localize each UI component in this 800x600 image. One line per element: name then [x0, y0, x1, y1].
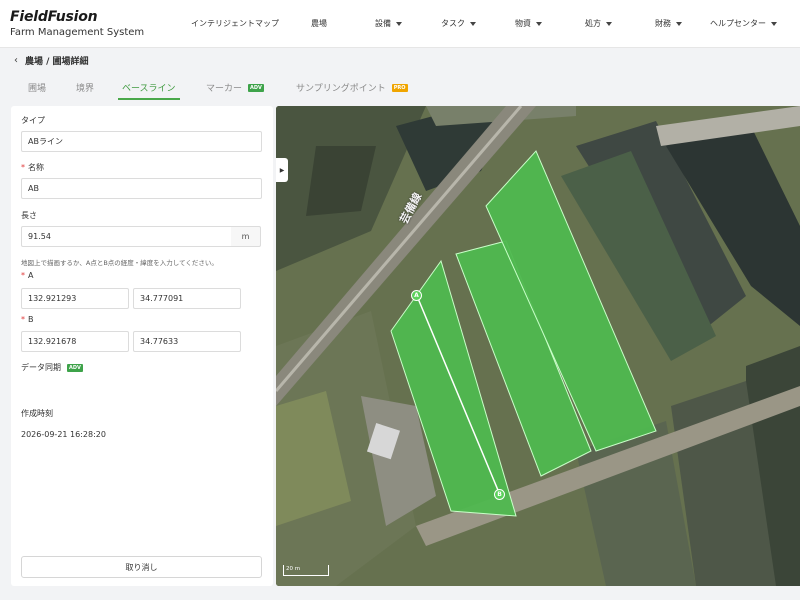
label-text: 名称: [28, 163, 44, 172]
nav-intelligent-map[interactable]: インテリジェントマップ: [191, 18, 279, 29]
label-text: データ同期: [21, 363, 61, 372]
nav-label: インテリジェントマップ: [191, 19, 279, 28]
adv-badge: ADV: [67, 363, 83, 372]
tab-label: 圃場: [28, 84, 47, 94]
detail-tabs: 圃場 境界 ベースライン マーカー ADV サンプリングポイント PRO: [0, 78, 800, 100]
label-text: B: [28, 315, 34, 324]
point-a-marker[interactable]: A: [411, 290, 422, 301]
point-a-label: * A: [21, 271, 33, 280]
point-a-latitude-input[interactable]: 34.777091: [133, 288, 241, 309]
nav-label: 設備: [375, 19, 391, 28]
caret-down-icon: [470, 21, 476, 26]
satellite-map[interactable]: 芸備線 A B ▶ 20 m: [276, 106, 800, 586]
tab-baseline[interactable]: ベースライン: [122, 81, 176, 94]
name-label: * 名称: [21, 162, 44, 173]
label-text: A: [28, 271, 34, 280]
chevron-right-icon: ▶: [279, 166, 285, 174]
logo[interactable]: FieldFusion Farm Management System: [10, 10, 144, 39]
created-time-value: 2026-09-21 16:28:20: [21, 430, 106, 439]
caret-down-icon: [676, 21, 682, 26]
label-text: タイプ: [21, 116, 45, 125]
tab-label: 境界: [76, 84, 95, 94]
tab-field[interactable]: 圃場: [28, 81, 46, 94]
required-asterisk: *: [21, 271, 25, 280]
point-a-longitude-input[interactable]: 132.921293: [21, 288, 129, 309]
data-sync-label[interactable]: データ同期 ADV: [21, 362, 83, 373]
nav-label: 財務: [655, 19, 671, 28]
required-asterisk: *: [21, 163, 25, 172]
tab-marker[interactable]: マーカー ADV: [206, 81, 264, 94]
caret-down-icon: [606, 21, 612, 26]
nav-supplies[interactable]: 物資: [515, 18, 542, 29]
panel-toggle-button[interactable]: ▶: [276, 158, 288, 182]
page-title: 農場 / 圃場詳細: [25, 56, 89, 67]
nav-help-center[interactable]: ヘルプセンター: [710, 18, 777, 29]
breadcrumb: ‹ 農場 / 圃場詳細: [14, 53, 89, 67]
chevron-left-icon[interactable]: ‹: [14, 55, 18, 66]
tab-label: ベースライン: [122, 84, 176, 94]
caret-down-icon: [396, 21, 402, 26]
name-input[interactable]: AB: [21, 178, 262, 199]
baseline-form-panel: タイプ ABライン * 名称 AB 長さ 91.54 m 地図上で描画するか、A点…: [11, 106, 273, 586]
nav-farm[interactable]: 農場: [311, 18, 327, 29]
label-text: 長さ: [21, 211, 37, 220]
input-hint: 地図上で描画するか、A点とB点の経度・緯度を入力してください。: [21, 259, 218, 267]
value-text: 2026-09-21 16:28:20: [21, 430, 106, 439]
nav-prescription[interactable]: 処方: [585, 18, 612, 29]
caret-down-icon: [536, 21, 542, 26]
label-text: 作成時刻: [21, 409, 53, 418]
created-time-label: 作成時刻: [21, 408, 53, 419]
point-b-marker[interactable]: B: [494, 489, 505, 500]
active-tab-indicator: [118, 98, 180, 100]
point-b-latitude-input[interactable]: 34.77633: [133, 331, 241, 352]
tab-label: サンプリングポイント: [296, 84, 386, 94]
nav-label: 農場: [311, 19, 327, 28]
map-imagery: [276, 106, 800, 586]
tab-boundary[interactable]: 境界: [76, 81, 94, 94]
length-label: 長さ: [21, 210, 37, 221]
pro-badge: PRO: [391, 83, 408, 92]
cancel-button[interactable]: 取り消し: [21, 556, 262, 578]
top-navigation-bar: FieldFusion Farm Management System インテリジ…: [0, 0, 800, 48]
tab-label: マーカー: [206, 84, 243, 94]
point-b-label: * B: [21, 315, 34, 324]
brand-subtitle: Farm Management System: [10, 27, 145, 38]
required-asterisk: *: [21, 315, 25, 324]
tab-sampling-points[interactable]: サンプリングポイント PRO: [296, 81, 408, 94]
map-scale: 20 m: [283, 565, 329, 576]
type-select[interactable]: ABライン: [21, 131, 262, 152]
nav-label: 処方: [585, 19, 601, 28]
caret-down-icon: [771, 21, 777, 26]
adv-badge: ADV: [248, 83, 264, 92]
nav-label: ヘルプセンター: [710, 19, 766, 28]
length-unit: m: [231, 226, 261, 247]
brand-name: FieldFusion: [10, 9, 98, 25]
nav-finance[interactable]: 財務: [655, 18, 682, 29]
nav-equipment[interactable]: 設備: [375, 18, 402, 29]
type-label: タイプ: [21, 115, 45, 126]
point-b-longitude-input[interactable]: 132.921678: [21, 331, 129, 352]
nav-tasks[interactable]: タスク: [441, 18, 476, 29]
nav-label: 物資: [515, 19, 531, 28]
nav-label: タスク: [441, 19, 465, 28]
length-input[interactable]: 91.54: [21, 226, 232, 247]
